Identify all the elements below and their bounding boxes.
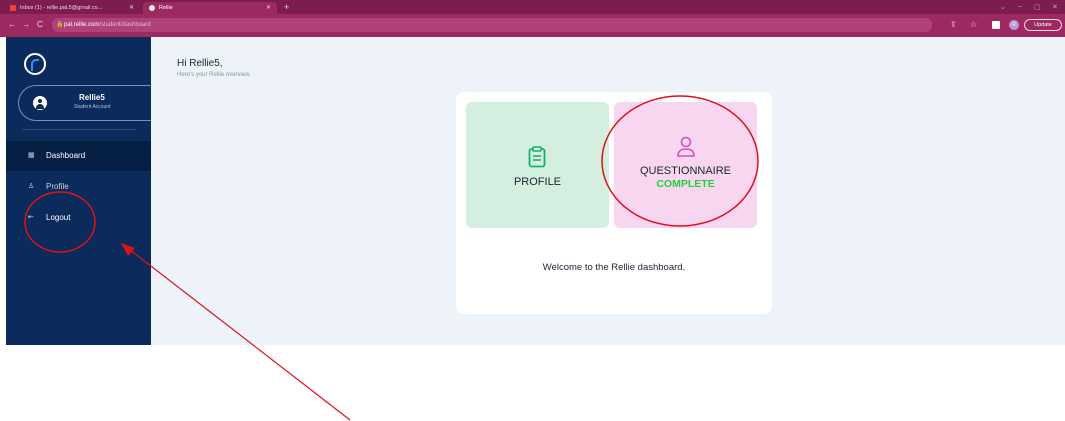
user-outline-icon [677,136,695,157]
screen: Inbox (1) - rellie.pal.5@gmail.co... ✕ R… [0,0,1065,421]
arrow-left-icon[interactable]: ← [8,20,16,30]
main-content: Hi Rellie5, Here's your Rellie overview.… [151,37,1065,345]
profile-tile[interactable]: PROFILE [466,102,609,228]
logout-icon: ⇤ [28,214,34,221]
star-icon[interactable]: ☆ [970,20,977,30]
grid-icon: ▦ [28,152,35,159]
maximize-icon[interactable]: ▢ [1034,3,1041,11]
tab-gmail-title: Inbox (1) - rellie.pal.5@gmail.co... [20,5,103,11]
url-path: /student/dashboard [99,22,151,28]
sidebar-item-label: Dashboard [46,151,86,160]
clipboard-icon [528,146,546,168]
tab-rellie-title: Rellie [159,5,173,11]
close-icon[interactable]: ✕ [129,2,134,14]
sidebar: Rellie5 Student Account ▦ Dashboard ♙ Pr… [6,37,168,345]
person-icon: ♙ [28,183,35,190]
questionnaire-tile-title: QUESTIONNAIRE [639,165,732,177]
chevron-down-icon[interactable]: ⌄ [1000,3,1006,11]
lock-icon: 🔒 [56,22,64,28]
sidebar-divider [22,129,136,130]
dashboard-card: PROFILE QUESTIONNAIRE COMPLETE Welcome t… [456,92,772,314]
new-tab-icon[interactable]: + [284,2,289,12]
questionnaire-status: COMPLETE [656,178,715,190]
profile-tile-title: PROFILE [513,176,562,188]
gmail-icon [10,4,16,11]
sidebar-item-logout[interactable]: ⇤ Logout [6,203,151,233]
account-name: Rellie5 [79,93,105,102]
close-icon[interactable]: ✕ [266,2,271,14]
url-host: pal.rellie.com [64,22,100,28]
tab-rellie[interactable]: Rellie ✕ [143,2,277,14]
avatar [33,96,47,110]
close-window-icon[interactable]: ✕ [1052,3,1058,11]
welcome-message: Welcome to the Rellie dashboard. [542,262,686,273]
rellie-logo[interactable] [24,53,46,75]
profile-avatar[interactable]: R [1009,20,1019,30]
update-button[interactable]: Update [1024,19,1062,31]
page-title: Hi Rellie5, [177,58,223,69]
arrow-right-icon[interactable]: → [22,20,30,30]
globe-icon [149,4,155,11]
sidebar-item-label: Logout [46,213,71,222]
tab-gmail[interactable]: Inbox (1) - rellie.pal.5@gmail.co... ✕ [4,2,140,14]
address-bar[interactable]: 🔒 pal.rellie.com/student/dashboard [52,18,932,32]
browser-toolbar: ← → C 🔒 pal.rellie.com/student/dashboard… [0,14,1065,37]
sidebar-item-dashboard[interactable]: ▦ Dashboard [6,141,151,171]
share-icon[interactable]: ⇪ [950,20,957,30]
page-subtitle: Here's your Rellie overview. [177,72,251,78]
reload-icon[interactable]: C [37,20,43,30]
minimize-icon[interactable]: – [1018,3,1022,10]
sidebar-item-profile[interactable]: ♙ Profile [6,172,151,202]
account-card[interactable]: Rellie5 Student Account [18,85,168,121]
sidebar-item-label: Profile [46,182,69,191]
questionnaire-tile[interactable]: QUESTIONNAIRE COMPLETE [614,102,757,228]
browser-tab-bar: Inbox (1) - rellie.pal.5@gmail.co... ✕ R… [0,0,1065,14]
account-type: Student Account [74,104,111,110]
extension-icon[interactable] [992,21,1000,29]
